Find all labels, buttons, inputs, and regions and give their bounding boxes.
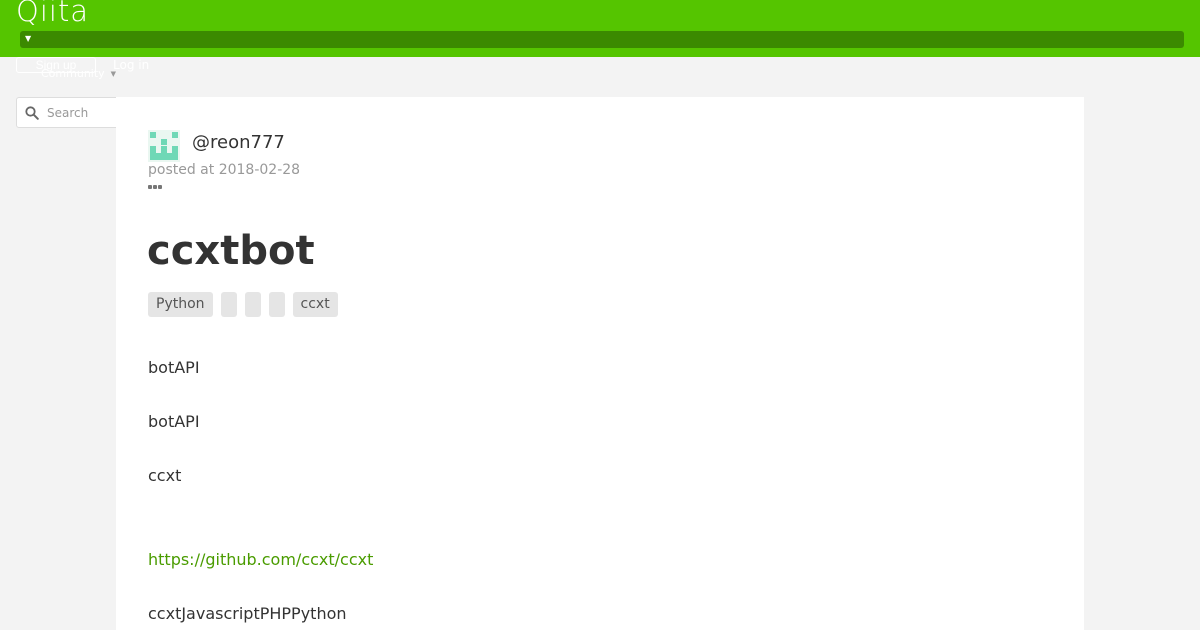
body-paragraph: ccxtJavascriptPHPPython [148, 604, 347, 623]
community-label: Community [41, 67, 105, 80]
body-paragraph: ccxt [148, 466, 182, 485]
posted-date: posted at 2018-02-28 [148, 162, 301, 178]
tag-item[interactable] [220, 292, 237, 317]
search-icon [25, 106, 39, 120]
caret-down-icon: ▼ [25, 34, 32, 43]
qiita-logo[interactable]: Qiita [16, 0, 89, 28]
article-title: ccxtbot [147, 228, 315, 274]
github-link[interactable]: https://github.com/ccxt/ccxt [148, 550, 373, 569]
body-paragraph: botAPI [148, 358, 200, 377]
tag-ccxt[interactable]: ccxt [292, 292, 338, 317]
body-paragraph: botAPI [148, 412, 200, 431]
more-options-icon[interactable] [148, 185, 164, 191]
community-menu[interactable]: Community ▼ [41, 67, 116, 81]
site-header: Qiita ▼ [0, 0, 1200, 57]
tag-item[interactable] [268, 292, 285, 317]
login-link[interactable]: Log in [113, 57, 149, 73]
avatar-image [148, 130, 180, 162]
tag-python[interactable]: Python [148, 292, 213, 317]
menu-dropdown-bar[interactable]: ▼ [20, 31, 1184, 48]
tag-list: Python ccxt [148, 292, 338, 317]
chevron-down-icon: ▼ [110, 70, 117, 78]
article-card: @reon777 posted at 2018-02-28 ccxtbot Py… [116, 97, 1084, 630]
avatar[interactable] [148, 130, 180, 162]
body-paragraph: https://github.com/ccxt/ccxt [148, 550, 373, 570]
author-link[interactable]: @reon777 [192, 132, 285, 154]
tag-item[interactable] [244, 292, 261, 317]
